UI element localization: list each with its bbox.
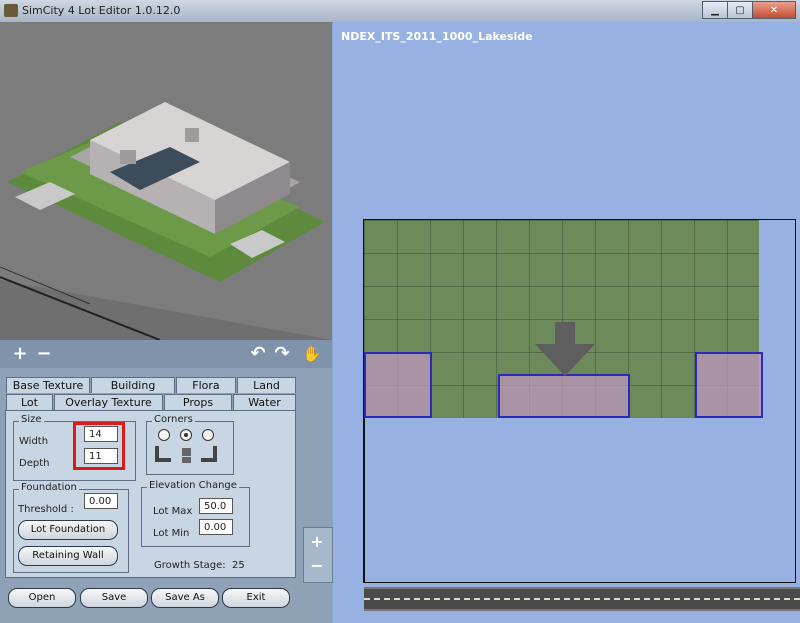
growth-stage-label: Growth Stage:: [154, 560, 226, 571]
size-label: Size: [19, 414, 44, 425]
corners-group: Corners: [146, 414, 234, 475]
threshold-label: Threshold :: [18, 504, 74, 515]
app-icon: [4, 4, 18, 17]
tab-props[interactable]: Props: [164, 394, 232, 410]
growth-stage-value: 25: [232, 560, 245, 571]
tab-overlay-texture[interactable]: Overlay Texture: [54, 394, 163, 410]
tab-land[interactable]: Land: [237, 377, 296, 393]
open-button[interactable]: Open: [8, 588, 76, 608]
tab-lot[interactable]: Lot: [6, 394, 53, 411]
view-zoom-out-button[interactable]: −: [307, 556, 327, 576]
window-controls: ▁ ▢ ✕: [702, 1, 796, 19]
tab-water[interactable]: Water: [233, 394, 296, 410]
tab-flora[interactable]: Flora: [176, 377, 236, 393]
lot-foundation-button[interactable]: Lot Foundation: [18, 520, 118, 540]
rotate-left-button[interactable]: ↶: [248, 344, 268, 364]
zoom-out-button[interactable]: −: [34, 344, 54, 364]
elevation-change-group: Elevation Change Lot Max Lot Min: [141, 480, 250, 547]
street-road: [364, 587, 800, 611]
rotate-right-button[interactable]: ↷: [272, 344, 292, 364]
size-highlight-box: [73, 422, 125, 470]
corners-label: Corners: [152, 414, 195, 425]
corner-left-radio[interactable]: [158, 429, 170, 441]
view-zoom-control: + −: [303, 527, 333, 583]
view-zoom-in-button[interactable]: +: [307, 532, 327, 552]
corner-center-radio[interactable]: [180, 429, 192, 441]
prop-building-right[interactable]: [695, 352, 763, 418]
building-preview-graphic: [0, 102, 332, 340]
prop-building-left[interactable]: [364, 352, 432, 418]
tab-base-texture[interactable]: Base Texture: [6, 377, 90, 393]
save-button[interactable]: Save: [80, 588, 148, 608]
building-preview[interactable]: [0, 22, 332, 340]
corner-shapes-icon: [155, 446, 217, 463]
lot-min-label: Lot Min: [153, 528, 190, 539]
lot-max-input[interactable]: 50.0: [199, 498, 233, 514]
main-building-footprint[interactable]: [498, 374, 630, 418]
pan-hand-icon[interactable]: ✋: [302, 344, 322, 364]
exit-button[interactable]: Exit: [222, 588, 290, 608]
minimize-button[interactable]: ▁: [702, 1, 728, 19]
lot-max-label: Lot Max: [153, 506, 193, 517]
elevation-change-label: Elevation Change: [147, 480, 239, 491]
lot-layout-view[interactable]: NDEX_ITS_2011_1000_Lakeside: [333, 22, 800, 623]
close-button[interactable]: ✕: [752, 1, 796, 19]
corner-right-radio[interactable]: [202, 429, 214, 441]
lot-min-input[interactable]: 0.00: [199, 519, 233, 535]
retaining-wall-button[interactable]: Retaining Wall: [18, 546, 118, 566]
window-title: SimCity 4 Lot Editor 1.0.12.0: [22, 4, 181, 17]
depth-label: Depth: [19, 458, 50, 469]
tab-building[interactable]: Building: [91, 377, 175, 393]
threshold-input[interactable]: 0.00: [84, 493, 118, 509]
lot-facing-arrow-icon: [535, 322, 595, 376]
title-bar: SimCity 4 Lot Editor 1.0.12.0 ▁ ▢ ✕: [0, 0, 800, 23]
toolbar: + − ↶ ↷ ✋: [0, 340, 332, 368]
width-label: Width: [19, 436, 49, 447]
foundation-label: Foundation: [19, 482, 79, 493]
zoom-in-button[interactable]: +: [10, 344, 30, 364]
save-as-button[interactable]: Save As: [151, 588, 219, 608]
lot-name: NDEX_ITS_2011_1000_Lakeside: [341, 30, 533, 43]
maximize-button[interactable]: ▢: [727, 1, 753, 19]
